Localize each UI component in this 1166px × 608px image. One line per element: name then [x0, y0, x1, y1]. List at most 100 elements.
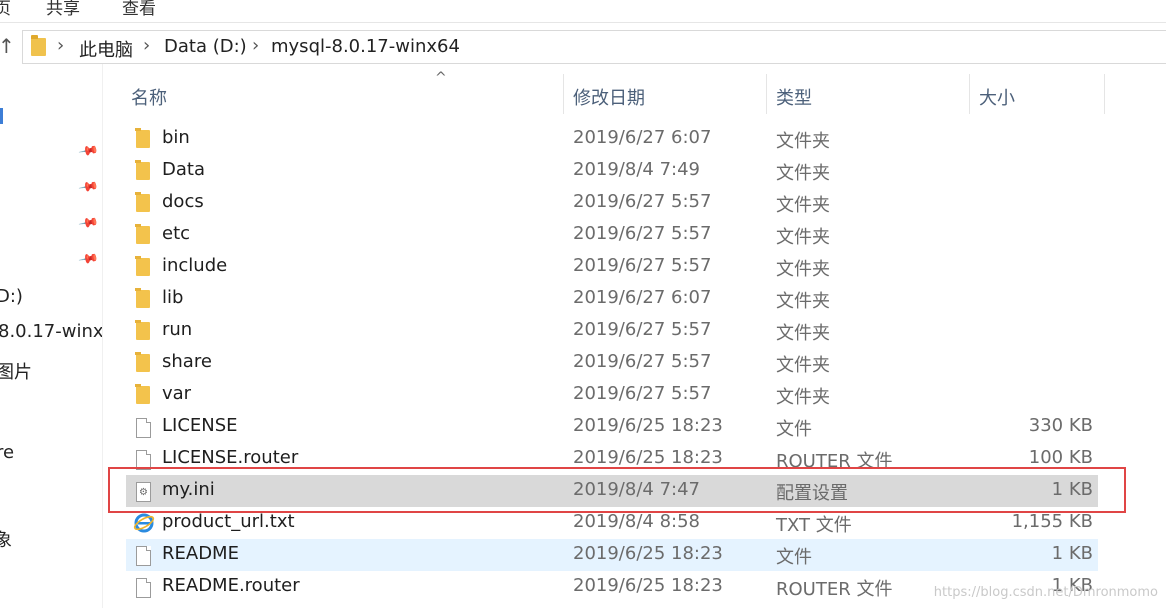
file-row[interactable]: etc 2019/6/27 5:57 文件夹: [126, 219, 1098, 251]
pin-icon[interactable]: 📌: [77, 177, 99, 199]
column-header-size[interactable]: 大小: [979, 84, 1015, 110]
file-size: 100 KB: [1028, 447, 1093, 468]
file-name: Data: [162, 159, 205, 180]
file-name: lib: [162, 287, 184, 308]
file-name: README.router: [162, 575, 300, 596]
breadcrumb-drive[interactable]: Data (D:): [164, 36, 247, 57]
nav-item-re[interactable]: re: [0, 442, 14, 463]
column-header-name[interactable]: 名称: [131, 84, 167, 110]
address-row: ↑ › 此电脑 › Data (D:) › mysql-8.0.17-winx6…: [0, 30, 1166, 64]
folder-icon: [135, 128, 150, 148]
pin-icon[interactable]: 📌: [77, 249, 99, 271]
chevron-right-icon[interactable]: ›: [57, 35, 64, 56]
file-name: LICENSE: [162, 415, 238, 436]
breadcrumb-this-pc[interactable]: 此电脑: [79, 36, 133, 62]
column-header-date[interactable]: 修改日期: [573, 84, 645, 110]
column-divider[interactable]: [766, 74, 767, 114]
file-type: 文件: [776, 547, 812, 568]
file-row-hovered[interactable]: README 2019/6/25 18:23 文件 1 KB: [126, 539, 1098, 571]
folder-icon: [135, 320, 150, 340]
file-type: 文件夹: [776, 195, 830, 216]
file-row[interactable]: include 2019/6/27 5:57 文件夹: [126, 251, 1098, 283]
file-row[interactable]: run 2019/6/27 5:57 文件夹: [126, 315, 1098, 347]
folder-icon: [135, 384, 150, 404]
file-date: 2019/6/27 5:57: [573, 191, 712, 212]
file-type: 文件夹: [776, 355, 830, 376]
ribbon: 页 共享 查看: [0, 0, 1166, 23]
file-row[interactable]: lib 2019/6/27 6:07 文件夹: [126, 283, 1098, 315]
watermark: https://blog.csdn.net/Dmronmomo: [933, 585, 1158, 600]
nav-item-pictures[interactable]: 图片: [0, 358, 32, 384]
file-date: 2019/8/4 7:49: [573, 159, 700, 180]
file-name: share: [162, 351, 212, 372]
folder-icon: [135, 288, 150, 308]
file-type: 文件夹: [776, 227, 830, 248]
address-bar[interactable]: › 此电脑 › Data (D:) › mysql-8.0.17-winx64: [22, 30, 1166, 64]
folder-icon: [31, 35, 46, 56]
file-date: 2019/6/25 18:23: [573, 415, 723, 436]
file-name: var: [162, 383, 192, 404]
highlight-box: [108, 467, 1126, 513]
up-arrow-icon[interactable]: ↑: [0, 34, 15, 58]
file-date: 2019/6/25 18:23: [573, 575, 723, 596]
file-date: 2019/6/27 5:57: [573, 383, 712, 404]
folder-icon: [135, 224, 150, 244]
file-date: 2019/6/27 6:07: [573, 287, 712, 308]
file-name: include: [162, 255, 228, 276]
column-header-type[interactable]: 类型: [776, 84, 812, 110]
internet-explorer-icon: [133, 513, 155, 533]
navigation-pane: 📌 📌 📌 📌 D:) 8.0.17-winx 图片 re 象: [0, 64, 103, 608]
folder-icon: [135, 192, 150, 212]
file-type: 文件夹: [776, 163, 830, 184]
file-date: 2019/8/4 8:58: [573, 511, 700, 532]
nav-item-mysql[interactable]: 8.0.17-winx: [0, 321, 102, 342]
folder-icon: [135, 256, 150, 276]
file-date: 2019/6/27 5:57: [573, 255, 712, 276]
nav-indicator: [0, 108, 3, 124]
file-date: 2019/6/25 18:23: [573, 543, 723, 564]
ribbon-tab-page[interactable]: 页: [0, 0, 11, 19]
file-date: 2019/6/27 5:57: [573, 351, 712, 372]
file-row[interactable]: share 2019/6/27 5:57 文件夹: [126, 347, 1098, 379]
pin-icon[interactable]: 📌: [77, 213, 99, 235]
nav-item-drive[interactable]: D:): [0, 286, 23, 307]
file-type: ROUTER 文件: [776, 579, 893, 600]
file-row[interactable]: docs 2019/6/27 5:57 文件夹: [126, 187, 1098, 219]
folder-icon: [135, 160, 150, 180]
file-name: docs: [162, 191, 204, 212]
column-divider[interactable]: [1104, 74, 1105, 114]
pin-icon[interactable]: 📌: [77, 141, 99, 163]
breadcrumb-folder[interactable]: mysql-8.0.17-winx64: [271, 36, 460, 57]
file-size: 1 KB: [1051, 543, 1093, 564]
file-date: 2019/6/27 5:57: [573, 319, 712, 340]
file-row[interactable]: LICENSE 2019/6/25 18:23 文件 330 KB: [126, 411, 1098, 443]
file-name: run: [162, 319, 193, 340]
file-type: 文件夹: [776, 323, 830, 344]
file-type: 文件夹: [776, 259, 830, 280]
chevron-right-icon[interactable]: ›: [252, 35, 259, 56]
ribbon-tab-share[interactable]: 共享: [46, 0, 80, 19]
chevron-right-icon[interactable]: ›: [143, 35, 150, 56]
nav-item-other[interactable]: 象: [0, 526, 12, 552]
file-icon: [136, 546, 151, 566]
file-size: 330 KB: [1028, 415, 1093, 436]
file-name: LICENSE.router: [162, 447, 299, 468]
file-name: bin: [162, 127, 190, 148]
file-icon: [136, 418, 151, 438]
file-date: 2019/6/27 6:07: [573, 127, 712, 148]
file-type: 文件: [776, 419, 812, 440]
file-type: TXT 文件: [776, 515, 852, 536]
file-name: etc: [162, 223, 191, 244]
column-header-row: ^ 名称 修改日期 类型 大小: [102, 70, 1166, 118]
file-type: 文件夹: [776, 291, 830, 312]
sort-up-icon: ^: [435, 70, 447, 86]
file-row[interactable]: Data 2019/8/4 7:49 文件夹: [126, 155, 1098, 187]
column-divider[interactable]: [563, 74, 564, 114]
column-divider[interactable]: [969, 74, 970, 114]
file-row[interactable]: bin 2019/6/27 6:07 文件夹: [126, 123, 1098, 155]
file-size: 1,155 KB: [1011, 511, 1093, 532]
ribbon-tab-view[interactable]: 查看: [122, 0, 156, 19]
file-row[interactable]: var 2019/6/27 5:57 文件夹: [126, 379, 1098, 411]
file-type: 文件夹: [776, 387, 830, 408]
file-icon: [136, 578, 151, 598]
